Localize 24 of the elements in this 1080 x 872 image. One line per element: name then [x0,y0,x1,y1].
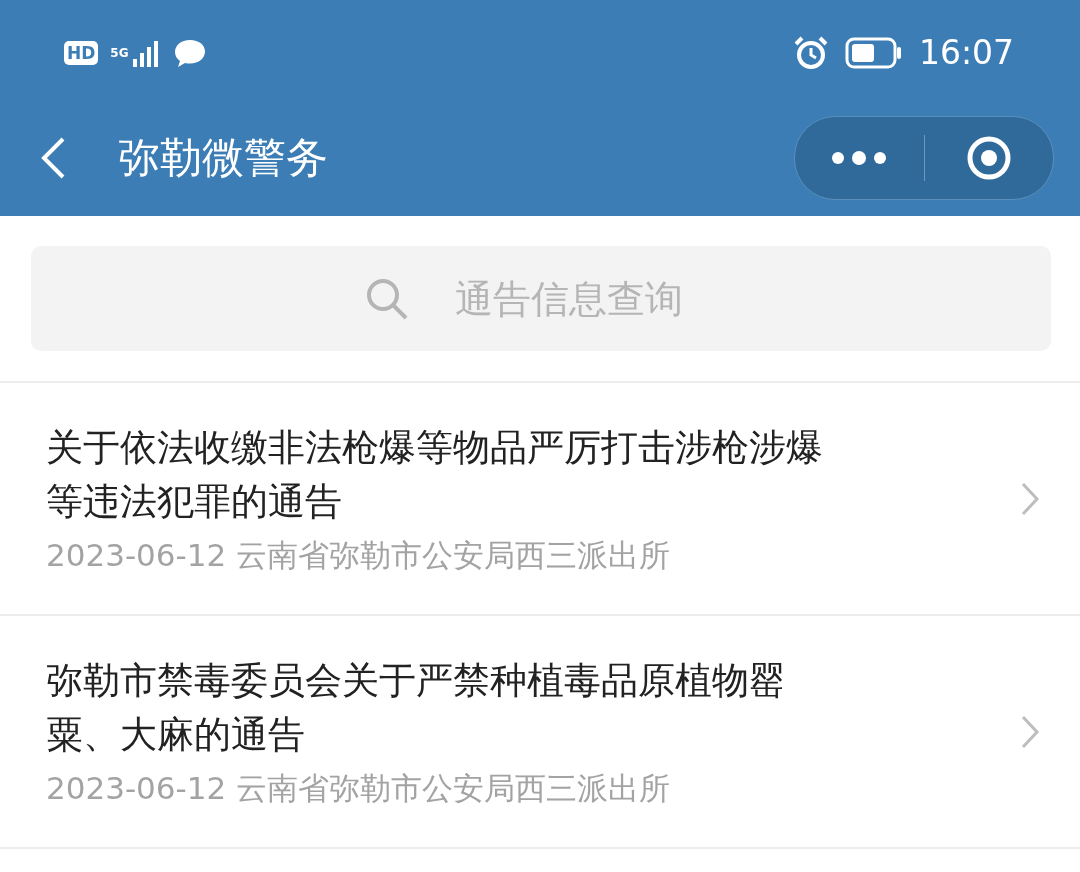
notice-title-line: 弥勒市禁毒委员会关于严禁种植毒品原植物罂 [46,657,787,704]
notice-title-line: 粟、大麻的通告 [46,711,306,758]
notice-title-line: 等违法犯罪的通告 [46,478,343,525]
notice-source: 云南省弥勒市公安局西三派出所 [236,536,671,573]
page-title: 弥勒微警务 [118,131,329,184]
hd-badge: HD [64,40,99,65]
clock-time: 16:07 [918,33,1014,72]
chevron-right-icon [1020,713,1040,750]
notice-item[interactable]: 弥勒市禁毒委员会关于严禁种植毒品原植物罂 粟、大麻的通告 2023-06-12 云南省弥勒市公安局西三派出所 [0,616,1080,849]
search-field[interactable]: 通告信息查询 [453,275,717,322]
chevron-left-icon [40,135,66,180]
notice-date: 2023-06-12 [46,536,227,573]
notice-source: 云南省弥勒市公安局西三派出所 [236,769,671,806]
notice-title-line: 关于依法收缴非法枪爆等物品严厉打击涉枪涉爆 [46,424,824,471]
search-icon [365,276,409,321]
notice-date: 2023-06-12 [46,769,227,806]
battery-icon [844,36,903,69]
alarm-icon [792,34,829,71]
dots-icon [831,150,888,165]
notice-item[interactable]: 关于依法收缴非法枪爆等物品严厉打击涉枪涉爆 等违法犯罪的通告 2023-06-12 云南省弥勒市公安局西三派出所 [0,383,1080,616]
chat-icon [172,37,207,68]
chevron-right-icon [1020,480,1040,517]
signal-icon [130,38,161,67]
network-type: 5G [110,46,129,59]
